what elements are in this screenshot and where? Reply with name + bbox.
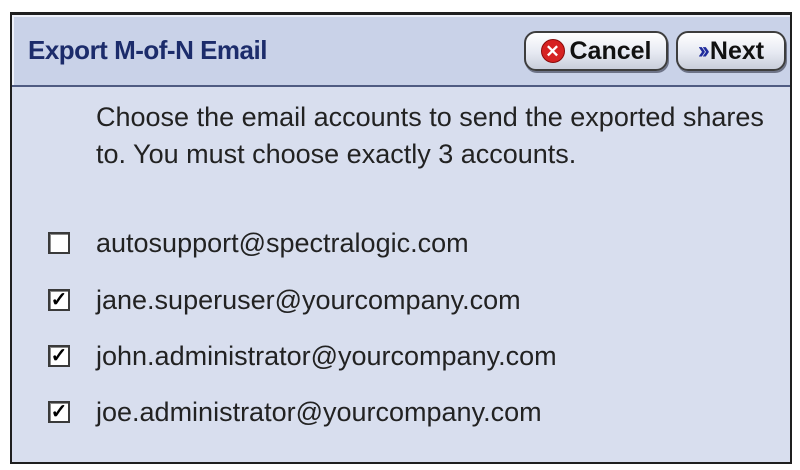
next-button[interactable]: ›› Next bbox=[676, 31, 786, 71]
account-email: autosupport@spectralogic.com bbox=[96, 227, 469, 258]
cancel-button-label: Cancel bbox=[569, 36, 652, 65]
instructions-text: Choose the email accounts to send the ex… bbox=[96, 102, 764, 169]
account-checkbox[interactable]: ✓ bbox=[48, 289, 70, 311]
account-row[interactable]: autosupport@spectralogic.com bbox=[48, 225, 469, 261]
account-checkbox[interactable]: ✓ bbox=[48, 345, 70, 367]
cancel-button[interactable]: ✕ Cancel bbox=[524, 31, 668, 71]
account-row[interactable]: ✓ jane.superuser@yourcompany.com bbox=[48, 282, 521, 318]
account-row[interactable]: ✓ john.administrator@yourcompany.com bbox=[48, 338, 557, 374]
account-checkbox[interactable]: ✓ bbox=[48, 401, 70, 423]
dialog-titlebar: Export M-of-N Email ✕ Cancel ›› Next bbox=[12, 15, 790, 87]
account-email: joe.administrator@yourcompany.com bbox=[96, 396, 542, 427]
dialog-body: Choose the email accounts to send the ex… bbox=[12, 87, 790, 462]
account-email: jane.superuser@yourcompany.com bbox=[96, 284, 521, 315]
double-chevron-right-icon: ›› bbox=[697, 37, 710, 64]
account-email: john.administrator@yourcompany.com bbox=[96, 340, 557, 371]
dialog-title: Export M-of-N Email bbox=[28, 35, 267, 65]
account-row[interactable]: ✓ joe.administrator@yourcompany.com bbox=[48, 394, 542, 430]
export-m-of-n-email-dialog: Export M-of-N Email ✕ Cancel ›› Next Cho… bbox=[10, 12, 792, 464]
next-button-label: Next bbox=[709, 36, 765, 65]
account-checkbox[interactable] bbox=[48, 232, 70, 254]
cancel-x-icon: ✕ bbox=[540, 39, 565, 63]
